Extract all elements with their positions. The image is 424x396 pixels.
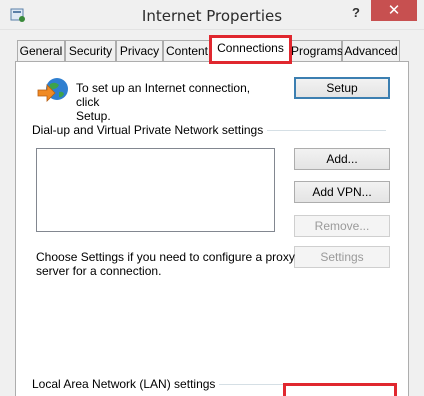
tab-content[interactable]: Content — [163, 40, 211, 62]
proxy-description: Choose Settings if you need to configure… — [36, 250, 296, 278]
lan-group-title: Local Area Network (LAN) settings — [32, 377, 220, 391]
add-vpn-button[interactable]: Add VPN... — [294, 181, 390, 203]
tab-privacy[interactable]: Privacy — [116, 40, 163, 62]
tab-security[interactable]: Security — [65, 40, 116, 62]
title-bar: Internet Properties ? ✕ — [0, 0, 424, 30]
dialup-group-title: Dial-up and Virtual Private Network sett… — [32, 123, 268, 137]
connections-listbox[interactable] — [36, 148, 275, 232]
setup-text-line2: Setup. — [76, 109, 111, 123]
proxy-text-line1: Choose Settings if you need to configure… — [36, 250, 295, 264]
add-button[interactable]: Add... — [294, 148, 390, 170]
tab-strip: General Security Privacy Content Program… — [0, 35, 424, 64]
remove-button[interactable]: Remove... — [294, 215, 390, 237]
tab-programs[interactable]: Programs — [290, 40, 343, 62]
proxy-text-line2: server for a connection. — [36, 264, 162, 278]
setup-description: To set up an Internet connection, click … — [76, 81, 276, 123]
globe-network-icon — [37, 78, 68, 102]
tab-connections[interactable]: Connections — [209, 35, 292, 64]
connections-panel: To set up an Internet connection, click … — [15, 61, 409, 396]
tab-advanced[interactable]: Advanced — [342, 40, 400, 62]
lan-settings-highlight — [283, 383, 397, 396]
setup-button[interactable]: Setup — [294, 77, 390, 99]
help-button[interactable]: ? — [344, 3, 368, 23]
tab-general[interactable]: General — [17, 40, 65, 62]
close-button[interactable]: ✕ — [371, 0, 417, 21]
settings-button[interactable]: Settings — [294, 246, 390, 268]
setup-text-line1: To set up an Internet connection, click — [76, 81, 251, 109]
